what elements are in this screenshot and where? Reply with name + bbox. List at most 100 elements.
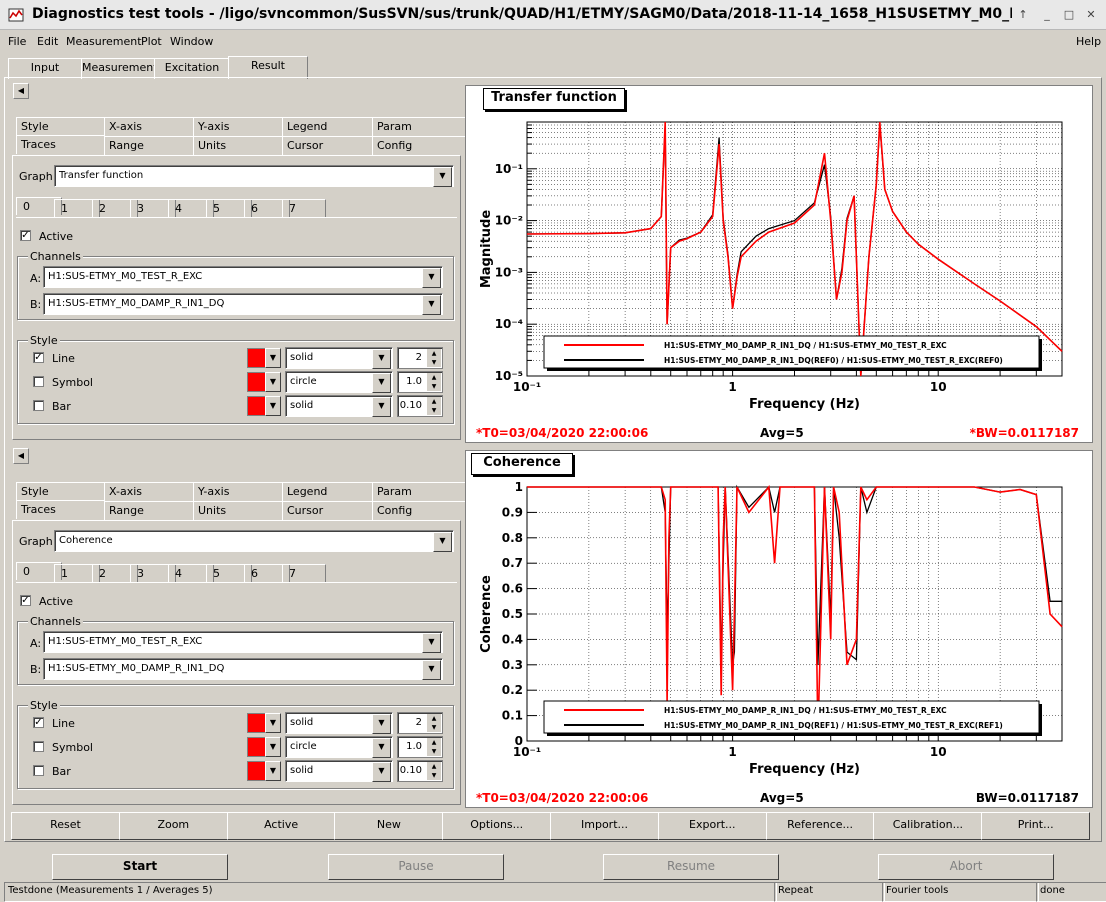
active-checkbox[interactable]: ✓ bbox=[20, 230, 31, 241]
maximize-button[interactable]: □ bbox=[1062, 8, 1076, 22]
tab-style[interactable]: Style bbox=[16, 482, 110, 501]
bar-size-spinner[interactable]: 0.10 ▲ ▼ bbox=[397, 760, 443, 782]
tab-range[interactable]: Range bbox=[104, 136, 199, 155]
channel-a-select[interactable]: H1:SUS-ETMY_M0_TEST_R_EXC ▼ bbox=[43, 631, 443, 653]
start-button[interactable]: Start bbox=[52, 854, 228, 880]
up-down-arrows-icon: ▲ ▼ bbox=[427, 373, 441, 391]
tab-legend[interactable]: Legend bbox=[282, 482, 378, 501]
line-style-select[interactable]: solid ▼ bbox=[285, 712, 393, 734]
menu-measurement[interactable]: Measurement bbox=[66, 35, 142, 48]
tab-input[interactable]: Input bbox=[8, 58, 82, 79]
menu-file[interactable]: File bbox=[8, 35, 26, 48]
bar-checkbox[interactable] bbox=[33, 765, 44, 776]
graph-select[interactable]: Coherence ▼ bbox=[54, 530, 454, 552]
menu-help[interactable]: Help bbox=[1076, 35, 1101, 48]
channel-a-select[interactable]: H1:SUS-ETMY_M0_TEST_R_EXC ▼ bbox=[43, 266, 443, 288]
tab-param[interactable]: Param bbox=[372, 117, 466, 136]
bar-checkbox[interactable] bbox=[33, 400, 44, 411]
line-style-value: solid bbox=[290, 352, 314, 363]
export-button[interactable]: Export... bbox=[657, 812, 767, 840]
tab-x-axis[interactable]: X-axis bbox=[104, 482, 199, 501]
menu-edit[interactable]: Edit bbox=[37, 35, 58, 48]
shade-window-button[interactable]: ↑ bbox=[1016, 8, 1030, 22]
bar-label: Bar bbox=[52, 765, 71, 778]
print-button[interactable]: Print... bbox=[981, 812, 1091, 840]
transfer-function-plot-panel[interactable]: Transfer function 10⁻¹ 1 10 10⁻⁵ 10⁻⁴ 10⁻³ 10⁻… bbox=[465, 85, 1093, 443]
options-button[interactable]: Options... bbox=[442, 812, 552, 840]
graph-select[interactable]: Transfer function ▼ bbox=[54, 165, 454, 187]
zoom-button[interactable]: Zoom bbox=[118, 812, 228, 840]
tab-legend[interactable]: Legend bbox=[282, 117, 378, 136]
collapse-panel-button[interactable]: ◀ bbox=[13, 448, 29, 464]
collapse-panel-button[interactable]: ◀ bbox=[13, 83, 29, 99]
tab-param[interactable]: Param bbox=[372, 482, 466, 501]
tab-y-axis[interactable]: Y-axis bbox=[193, 482, 288, 501]
resume-button[interactable]: Resume bbox=[603, 854, 779, 880]
symbol-color-swatch[interactable] bbox=[247, 737, 267, 757]
symbol-size-spinner[interactable]: 1.0 ▲ ▼ bbox=[397, 736, 443, 758]
tab-cursor[interactable]: Cursor bbox=[282, 501, 378, 520]
chevron-down-icon[interactable]: ▼ bbox=[265, 396, 281, 416]
tab-traces[interactable]: Traces bbox=[16, 500, 110, 519]
line-color-swatch[interactable] bbox=[247, 348, 267, 368]
y-tick-label: 1 bbox=[515, 480, 523, 494]
tab-units[interactable]: Units bbox=[193, 501, 288, 520]
menu-plot[interactable]: Plot bbox=[141, 35, 162, 48]
symbol-checkbox[interactable] bbox=[33, 376, 44, 387]
tab-units[interactable]: Units bbox=[193, 136, 288, 155]
graph-label: Graph: bbox=[19, 535, 57, 548]
minimize-button[interactable]: _ bbox=[1040, 8, 1054, 22]
abort-button[interactable]: Abort bbox=[878, 854, 1054, 880]
tab-result[interactable]: Result bbox=[228, 56, 308, 79]
new-button[interactable]: New bbox=[334, 812, 444, 840]
close-button[interactable]: ✕ bbox=[1084, 8, 1098, 22]
chevron-down-icon[interactable]: ▼ bbox=[265, 348, 281, 368]
bar-style-select[interactable]: solid ▼ bbox=[285, 760, 393, 782]
line-checkbox[interactable]: ✓ bbox=[33, 717, 44, 728]
tab-config[interactable]: Config bbox=[372, 501, 466, 520]
calibration-button[interactable]: Calibration... bbox=[873, 812, 983, 840]
symbol-style-select[interactable]: circle ▼ bbox=[285, 736, 393, 758]
line-style-select[interactable]: solid ▼ bbox=[285, 347, 393, 369]
import-button[interactable]: Import... bbox=[550, 812, 659, 840]
line-size-spinner[interactable]: 2 ▲ ▼ bbox=[397, 347, 443, 369]
coherence-chart[interactable]: 10⁻¹ 1 1000.10.20.30.40.50.60.70.80.91Freq… bbox=[466, 473, 1092, 808]
bar-style-select[interactable]: solid ▼ bbox=[285, 395, 393, 417]
trace-tab-7[interactable]: 7 bbox=[282, 564, 326, 582]
line-checkbox[interactable]: ✓ bbox=[33, 352, 44, 363]
trace-tab-7[interactable]: 7 bbox=[282, 199, 326, 217]
tab-traces[interactable]: Traces bbox=[16, 135, 110, 154]
tab-x-axis[interactable]: X-axis bbox=[104, 117, 199, 136]
transfer-function-chart[interactable]: 10⁻¹ 1 1010⁻⁵10⁻⁴10⁻³10⁻²10⁻¹Frequency (Hz… bbox=[466, 108, 1092, 443]
reference-button[interactable]: Reference... bbox=[765, 812, 875, 840]
active-button[interactable]: Active bbox=[226, 812, 336, 840]
pause-button[interactable]: Pause bbox=[328, 854, 504, 880]
tab-excitation[interactable]: Excitation bbox=[154, 58, 230, 79]
bar-size-spinner[interactable]: 0.10 ▲ ▼ bbox=[397, 395, 443, 417]
reset-button[interactable]: Reset bbox=[11, 812, 120, 840]
coherence-plot-panel[interactable]: Coherence 10⁻¹ 1 10 0 0.1 0.2 0.3 0.4 0.5 0.6 0.7 0… bbox=[465, 450, 1093, 808]
channel-b-select[interactable]: H1:SUS-ETMY_M0_DAMP_R_IN1_DQ ▼ bbox=[43, 293, 443, 315]
symbol-style-select[interactable]: circle ▼ bbox=[285, 371, 393, 393]
chevron-down-icon[interactable]: ▼ bbox=[265, 713, 281, 733]
tab-range[interactable]: Range bbox=[104, 501, 199, 520]
tab-y-axis[interactable]: Y-axis bbox=[193, 117, 288, 136]
bar-color-swatch[interactable] bbox=[247, 396, 267, 416]
line-color-swatch[interactable] bbox=[247, 713, 267, 733]
tab-style[interactable]: Style bbox=[16, 117, 110, 136]
tab-measurement[interactable]: Measurement bbox=[81, 58, 158, 79]
menu-window[interactable]: Window bbox=[170, 35, 213, 48]
symbol-size-spinner[interactable]: 1.0 ▲ ▼ bbox=[397, 371, 443, 393]
tab-cursor[interactable]: Cursor bbox=[282, 136, 378, 155]
chevron-down-icon[interactable]: ▼ bbox=[265, 372, 281, 392]
tab-config[interactable]: Config bbox=[372, 136, 466, 155]
up-down-arrows-icon: ▲ ▼ bbox=[427, 349, 441, 367]
symbol-checkbox[interactable] bbox=[33, 741, 44, 752]
bar-color-swatch[interactable] bbox=[247, 761, 267, 781]
line-size-spinner[interactable]: 2 ▲ ▼ bbox=[397, 712, 443, 734]
channel-b-select[interactable]: H1:SUS-ETMY_M0_DAMP_R_IN1_DQ ▼ bbox=[43, 658, 443, 680]
chevron-down-icon[interactable]: ▼ bbox=[265, 737, 281, 757]
symbol-color-swatch[interactable] bbox=[247, 372, 267, 392]
active-checkbox[interactable]: ✓ bbox=[20, 595, 31, 606]
chevron-down-icon[interactable]: ▼ bbox=[265, 761, 281, 781]
